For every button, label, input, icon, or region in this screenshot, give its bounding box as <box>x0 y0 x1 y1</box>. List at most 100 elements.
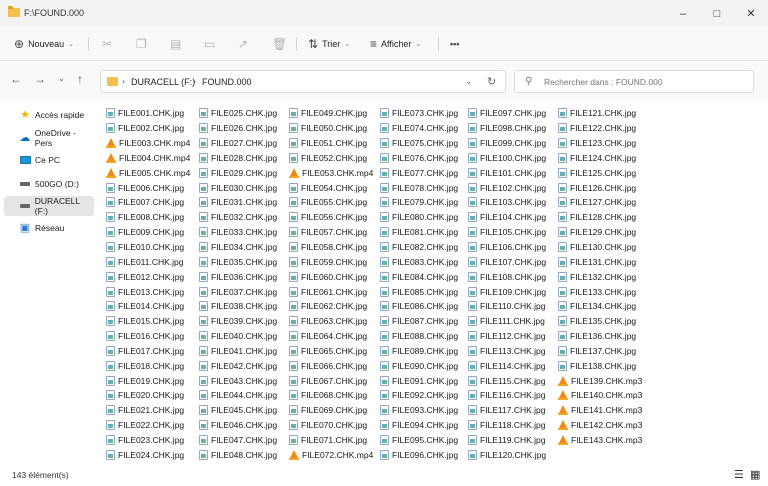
paste-button[interactable]: ▤ <box>170 35 181 53</box>
file-item[interactable]: FILE066.CHK.jpg <box>289 358 373 373</box>
file-item[interactable]: FILE073.CHK.jpg <box>380 106 458 121</box>
tiles-view-icon[interactable]: ▦ <box>750 468 760 481</box>
file-item[interactable]: FILE002.CHK.jpg <box>106 121 190 136</box>
file-item[interactable]: FILE098.CHK.jpg <box>468 121 546 136</box>
file-item[interactable]: FILE010.CHK.jpg <box>106 240 190 255</box>
file-item[interactable]: FILE069.CHK.jpg <box>289 403 373 418</box>
file-item[interactable]: FILE039.CHK.jpg <box>199 314 277 329</box>
file-item[interactable]: FILE070.CHK.jpg <box>289 418 373 433</box>
file-item[interactable]: FILE075.CHK.jpg <box>380 136 458 151</box>
file-item[interactable]: FILE112.CHK.jpg <box>468 329 546 344</box>
file-item[interactable]: FILE097.CHK.jpg <box>468 106 546 121</box>
file-item[interactable]: FILE018.CHK.jpg <box>106 358 190 373</box>
file-item[interactable]: FILE093.CHK.jpg <box>380 403 458 418</box>
file-item[interactable]: FILE048.CHK.jpg <box>199 447 277 462</box>
file-item[interactable]: FILE009.CHK.jpg <box>106 225 190 240</box>
file-item[interactable]: FILE129.CHK.jpg <box>558 225 642 240</box>
file-item[interactable]: FILE046.CHK.jpg <box>199 418 277 433</box>
file-item[interactable]: FILE106.CHK.jpg <box>468 240 546 255</box>
file-item[interactable]: FILE023.CHK.jpg <box>106 433 190 448</box>
file-item[interactable]: FILE036.CHK.jpg <box>199 269 277 284</box>
file-item[interactable]: FILE005.CHK.mp4 <box>106 165 190 180</box>
file-item[interactable]: FILE033.CHK.jpg <box>199 225 277 240</box>
file-item[interactable]: FILE021.CHK.jpg <box>106 403 190 418</box>
file-item[interactable]: FILE110.CHK.jpg <box>468 299 546 314</box>
copy-button[interactable]: ❐ <box>136 35 147 53</box>
file-item[interactable]: FILE124.CHK.jpg <box>558 151 642 166</box>
file-item[interactable]: FILE034.CHK.jpg <box>199 240 277 255</box>
file-item[interactable]: FILE131.CHK.jpg <box>558 254 642 269</box>
file-item[interactable]: FILE061.CHK.jpg <box>289 284 373 299</box>
file-item[interactable]: FILE082.CHK.jpg <box>380 240 458 255</box>
file-item[interactable]: FILE077.CHK.jpg <box>380 165 458 180</box>
file-item[interactable]: FILE138.CHK.jpg <box>558 358 642 373</box>
file-item[interactable]: FILE041.CHK.jpg <box>199 344 277 359</box>
up-button[interactable]: ↑ <box>77 73 83 85</box>
file-item[interactable]: FILE051.CHK.jpg <box>289 136 373 151</box>
file-item[interactable]: FILE132.CHK.jpg <box>558 269 642 284</box>
file-item[interactable]: FILE123.CHK.jpg <box>558 136 642 151</box>
file-item[interactable]: FILE125.CHK.jpg <box>558 165 642 180</box>
share-button[interactable]: ↗ <box>238 35 248 53</box>
file-item[interactable]: FILE040.CHK.jpg <box>199 329 277 344</box>
file-item[interactable]: FILE113.CHK.jpg <box>468 344 546 359</box>
file-item[interactable]: FILE072.CHK.mp4 <box>289 447 373 462</box>
file-item[interactable]: FILE057.CHK.jpg <box>289 225 373 240</box>
file-item[interactable]: FILE107.CHK.jpg <box>468 254 546 269</box>
file-item[interactable]: FILE085.CHK.jpg <box>380 284 458 299</box>
file-item[interactable]: FILE105.CHK.jpg <box>468 225 546 240</box>
sidebar-item-quick-access[interactable]: ★ Accès rapide <box>4 105 94 125</box>
file-item[interactable]: FILE134.CHK.jpg <box>558 299 642 314</box>
file-item[interactable]: FILE028.CHK.jpg <box>199 151 277 166</box>
file-item[interactable]: FILE027.CHK.jpg <box>199 136 277 151</box>
chevron-down-icon[interactable]: ⌄ <box>465 76 473 87</box>
file-item[interactable]: FILE079.CHK.jpg <box>380 195 458 210</box>
address-bar[interactable]: › DURACELL (F:) › FOUND.000 ⌄ ↻ <box>100 70 506 93</box>
file-item[interactable]: FILE128.CHK.jpg <box>558 210 642 225</box>
file-item[interactable]: FILE102.CHK.jpg <box>468 180 546 195</box>
file-item[interactable]: FILE127.CHK.jpg <box>558 195 642 210</box>
file-item[interactable]: FILE067.CHK.jpg <box>289 373 373 388</box>
file-item[interactable]: FILE135.CHK.jpg <box>558 314 642 329</box>
file-item[interactable]: FILE081.CHK.jpg <box>380 225 458 240</box>
file-item[interactable]: FILE030.CHK.jpg <box>199 180 277 195</box>
file-item[interactable]: FILE052.CHK.jpg <box>289 151 373 166</box>
minimize-button[interactable]: – <box>666 0 700 27</box>
file-item[interactable]: FILE006.CHK.jpg <box>106 180 190 195</box>
view-button[interactable]: ≡ Afficher ⌄ <box>370 35 421 53</box>
file-item[interactable]: FILE062.CHK.jpg <box>289 299 373 314</box>
file-item[interactable]: FILE019.CHK.jpg <box>106 373 190 388</box>
file-item[interactable]: FILE047.CHK.jpg <box>199 433 277 448</box>
file-item[interactable]: FILE053.CHK.mp4 <box>289 165 373 180</box>
file-item[interactable]: FILE101.CHK.jpg <box>468 165 546 180</box>
file-item[interactable]: FILE104.CHK.jpg <box>468 210 546 225</box>
file-item[interactable]: FILE111.CHK.jpg <box>468 314 546 329</box>
file-item[interactable]: FILE115.CHK.jpg <box>468 373 546 388</box>
sort-button[interactable]: ⇅ Trier ⌄ <box>308 35 350 53</box>
file-item[interactable]: FILE130.CHK.jpg <box>558 240 642 255</box>
file-item[interactable]: FILE108.CHK.jpg <box>468 269 546 284</box>
new-button[interactable]: ⊕ Nouveau ⌄ <box>14 35 74 53</box>
details-view-icon[interactable]: ☰ <box>734 468 744 481</box>
file-item[interactable]: FILE095.CHK.jpg <box>380 433 458 448</box>
file-item[interactable]: FILE091.CHK.jpg <box>380 373 458 388</box>
file-item[interactable]: FILE109.CHK.jpg <box>468 284 546 299</box>
file-item[interactable]: FILE011.CHK.jpg <box>106 254 190 269</box>
file-item[interactable]: FILE055.CHK.jpg <box>289 195 373 210</box>
file-item[interactable]: FILE118.CHK.jpg <box>468 418 546 433</box>
file-item[interactable]: FILE024.CHK.jpg <box>106 447 190 462</box>
file-item[interactable]: FILE137.CHK.jpg <box>558 344 642 359</box>
file-item[interactable]: FILE065.CHK.jpg <box>289 344 373 359</box>
rename-button[interactable]: ▭ <box>204 35 215 53</box>
file-item[interactable]: FILE080.CHK.jpg <box>380 210 458 225</box>
file-item[interactable]: FILE050.CHK.jpg <box>289 121 373 136</box>
file-item[interactable]: FILE056.CHK.jpg <box>289 210 373 225</box>
file-item[interactable]: FILE122.CHK.jpg <box>558 121 642 136</box>
file-item[interactable]: FILE004.CHK.mp4 <box>106 151 190 166</box>
file-item[interactable]: FILE094.CHK.jpg <box>380 418 458 433</box>
file-item[interactable]: FILE045.CHK.jpg <box>199 403 277 418</box>
sidebar-item-this-pc[interactable]: Ce PC <box>4 150 94 170</box>
file-item[interactable]: FILE114.CHK.jpg <box>468 358 546 373</box>
file-item[interactable]: FILE116.CHK.jpg <box>468 388 546 403</box>
file-item[interactable]: FILE089.CHK.jpg <box>380 344 458 359</box>
